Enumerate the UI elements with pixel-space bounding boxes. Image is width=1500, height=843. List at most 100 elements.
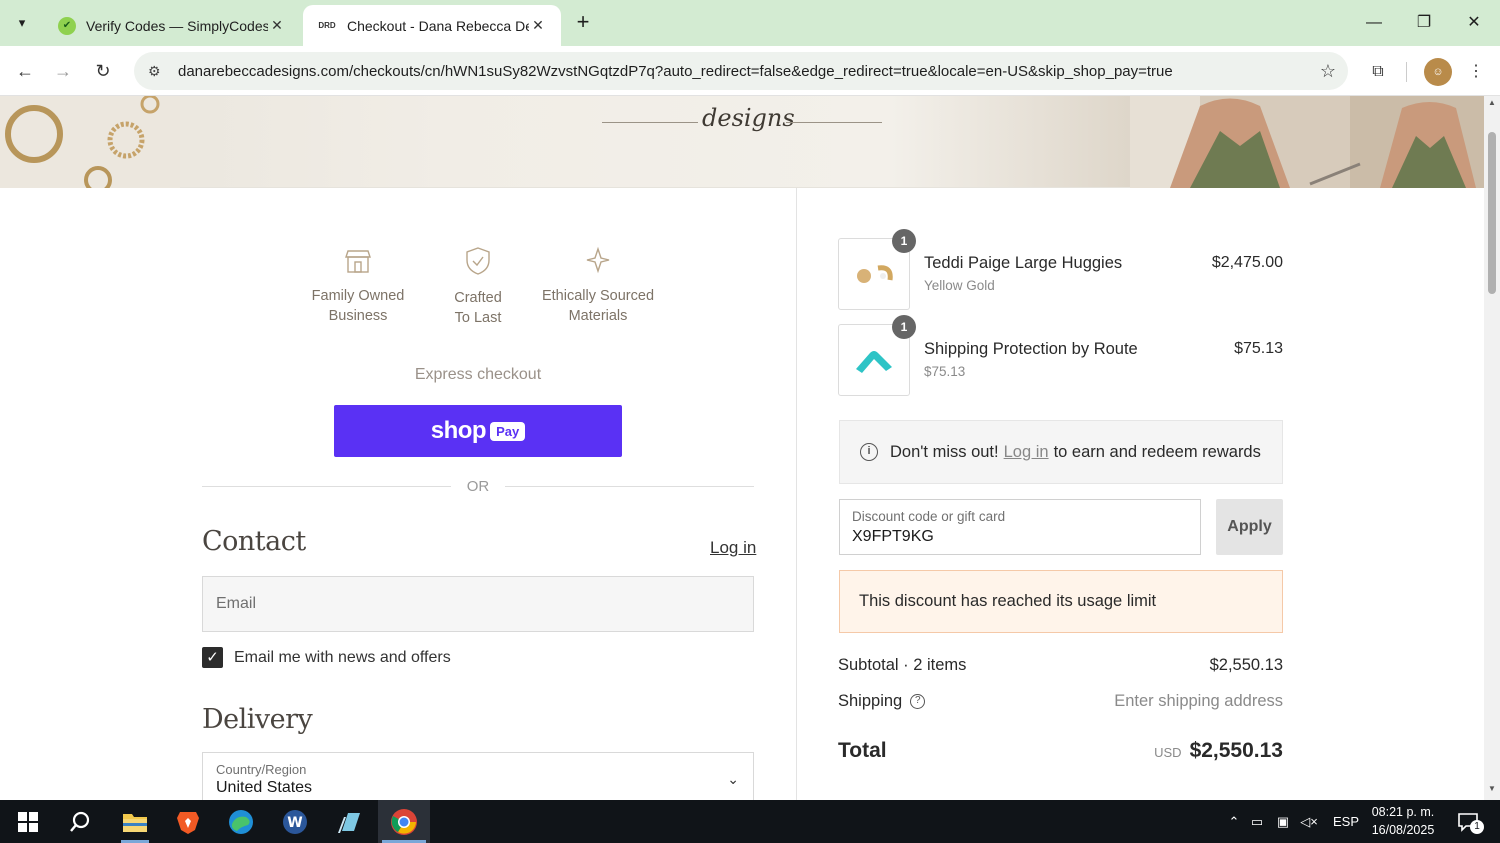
menu-kebab-icon[interactable]: ⋮: [1462, 58, 1490, 86]
clock-date: 16/08/2025: [1371, 823, 1435, 837]
notification-count: 1: [1470, 820, 1484, 834]
newsletter-checkbox[interactable]: ✓: [202, 647, 223, 668]
address-bar[interactable]: ⚙ danarebeccadesigns.com/checkouts/cn/hW…: [134, 52, 1348, 90]
total-row: Total USD $2,550.13: [838, 739, 1283, 763]
logo-rule-right: [786, 122, 882, 123]
windows-start-icon[interactable]: [2, 800, 54, 843]
apply-discount-button[interactable]: Apply: [1216, 499, 1283, 555]
tab-checkout[interactable]: DRD Checkout - Dana Rebecca Designs ✕: [303, 5, 561, 46]
discount-error-message: This discount has reached its usage limi…: [839, 570, 1283, 633]
shipping-value: Enter shipping address: [1114, 692, 1283, 710]
badge-family-owned: Family Owned Business: [298, 246, 418, 328]
item-name: Teddi Paige Large Huggies: [924, 254, 1123, 272]
delivery-heading: Delivery: [202, 704, 313, 735]
store-logo[interactable]: designs: [702, 104, 795, 132]
rings-photo: [0, 96, 180, 188]
tab-simplycodes[interactable]: ✔ Verify Codes — SimplyCodes ✕: [44, 5, 300, 46]
file-explorer-icon[interactable]: [109, 800, 161, 843]
search-icon[interactable]: [54, 800, 106, 843]
rewards-login-link[interactable]: Log in: [1004, 443, 1049, 462]
newsletter-option[interactable]: ✓ Email me with news and offers: [202, 647, 451, 668]
site-settings-icon[interactable]: ⚙: [148, 63, 166, 80]
clock-time: 08:21 p. m.: [1371, 805, 1435, 819]
badge-label-line2: To Last: [454, 310, 502, 326]
discount-value: X9FPT9KG: [852, 528, 934, 545]
system-clock[interactable]: 08:21 p. m. 16/08/2025: [1362, 803, 1444, 839]
page-scrollbar[interactable]: ▲ ▼: [1484, 96, 1500, 800]
shipping-row: Shipping? Enter shipping address: [838, 692, 1283, 711]
tab-search-chevron-icon[interactable]: ▾: [8, 9, 36, 37]
tab-close-icon[interactable]: ✕: [268, 17, 286, 34]
notes-app-icon[interactable]: [323, 800, 375, 843]
column-divider: [796, 188, 797, 800]
new-tab-plus-icon[interactable]: +: [570, 10, 596, 36]
discount-code-input[interactable]: Discount code or gift card X9FPT9KG: [839, 499, 1201, 555]
system-tray: ⌃ ▭ ▣ ◁× ESP: [1224, 800, 1364, 843]
edge-browser-icon[interactable]: [215, 800, 267, 843]
checkout-page: designs Family Owned Business Crafted To…: [0, 96, 1484, 800]
windows-taskbar: W ⌃ ▭ ▣ ◁× ESP 08:21 p. m. 16/08/2025 1: [0, 800, 1500, 843]
volume-muted-icon[interactable]: ◁×: [1296, 814, 1322, 830]
brave-browser-icon[interactable]: [162, 800, 214, 843]
rewards-prefix: Don't miss out!: [890, 442, 999, 461]
show-hidden-icons-chevron-icon[interactable]: ⌃: [1224, 814, 1244, 830]
quantity-badge: 1: [892, 229, 916, 253]
total-currency: USD: [1154, 745, 1182, 760]
contact-login-link[interactable]: Log in: [710, 538, 756, 558]
bookmark-star-icon[interactable]: ☆: [1308, 61, 1348, 82]
email-field[interactable]: Email: [202, 576, 754, 632]
tab-close-icon[interactable]: ✕: [529, 17, 547, 34]
contact-heading: Contact: [202, 526, 306, 557]
close-window-icon[interactable]: ✕: [1451, 8, 1497, 38]
item-name: Shipping Protection by Route: [924, 340, 1138, 358]
url-text[interactable]: danarebeccadesigns.com/checkouts/cn/hWN1…: [178, 63, 1308, 80]
drd-favicon-icon: DRD: [318, 21, 336, 30]
minimize-icon[interactable]: —: [1351, 8, 1397, 38]
chevron-down-icon: ⌄: [727, 771, 739, 787]
back-arrow-icon[interactable]: ←: [10, 56, 40, 86]
info-icon: i: [860, 443, 878, 461]
item-price: $2,475.00: [1211, 254, 1283, 271]
chrome-browser-icon[interactable]: [378, 800, 430, 843]
simplycodes-favicon-icon: ✔: [58, 16, 76, 35]
profile-avatar[interactable]: ☺: [1424, 58, 1452, 86]
shop-pay-logo-text: shop: [430, 417, 487, 444]
word-icon[interactable]: W: [269, 800, 321, 843]
help-question-icon[interactable]: ?: [910, 694, 926, 710]
badge-label-line1: Family Owned: [311, 288, 405, 304]
route-logo-icon: [856, 351, 892, 373]
reload-icon[interactable]: ↻: [88, 56, 118, 86]
cart-item: 1 Shipping Protection by Route $75.13 $7…: [838, 315, 1283, 396]
browser-toolbar: ← → ↻ ⚙ danarebeccadesigns.com/checkouts…: [0, 46, 1500, 96]
tab-title: Checkout - Dana Rebecca Designs: [347, 17, 529, 34]
badge-label-line2: Materials: [568, 308, 628, 324]
network-icon[interactable]: ▣: [1270, 814, 1296, 830]
subtotal-value: $2,550.13: [1209, 656, 1283, 674]
restore-icon[interactable]: ❐: [1401, 8, 1447, 38]
scroll-down-arrow-icon[interactable]: ▼: [1484, 784, 1500, 798]
badge-label-line1: Crafted: [454, 290, 502, 306]
newsletter-label: Email me with news and offers: [234, 648, 451, 666]
subtotal-label: Subtotal · 2 items: [838, 656, 967, 674]
country-label: Country/Region: [216, 762, 307, 777]
store-banner: designs: [0, 96, 1484, 188]
shop-pay-button[interactable]: shop Pay: [334, 405, 622, 457]
total-label: Total: [838, 739, 887, 762]
input-language[interactable]: ESP: [1328, 814, 1364, 829]
scroll-up-arrow-icon[interactable]: ▲: [1484, 98, 1500, 112]
extensions-puzzle-icon[interactable]: ⧉: [1364, 58, 1392, 86]
notifications-icon[interactable]: 1: [1448, 800, 1488, 843]
shipping-label: Shipping: [838, 692, 903, 710]
trust-badges: Family Owned Business Crafted To Last Et…: [298, 246, 660, 328]
subtotal-row: Subtotal · 2 items $2,550.13: [838, 656, 1283, 675]
battery-icon[interactable]: ▭: [1244, 814, 1270, 830]
country-select[interactable]: Country/Region United States ⌄: [202, 752, 754, 800]
logo-rule-left: [602, 122, 698, 123]
forward-arrow-icon[interactable]: →: [48, 56, 78, 86]
shield-check-icon: [466, 247, 490, 275]
storefront-icon: [345, 250, 371, 273]
quantity-badge: 1: [892, 315, 916, 339]
cart-item: 1 Teddi Paige Large Huggies Yellow Gold …: [838, 229, 1283, 310]
badge-crafted: Crafted To Last: [418, 246, 538, 328]
scrollbar-thumb[interactable]: [1488, 132, 1496, 294]
